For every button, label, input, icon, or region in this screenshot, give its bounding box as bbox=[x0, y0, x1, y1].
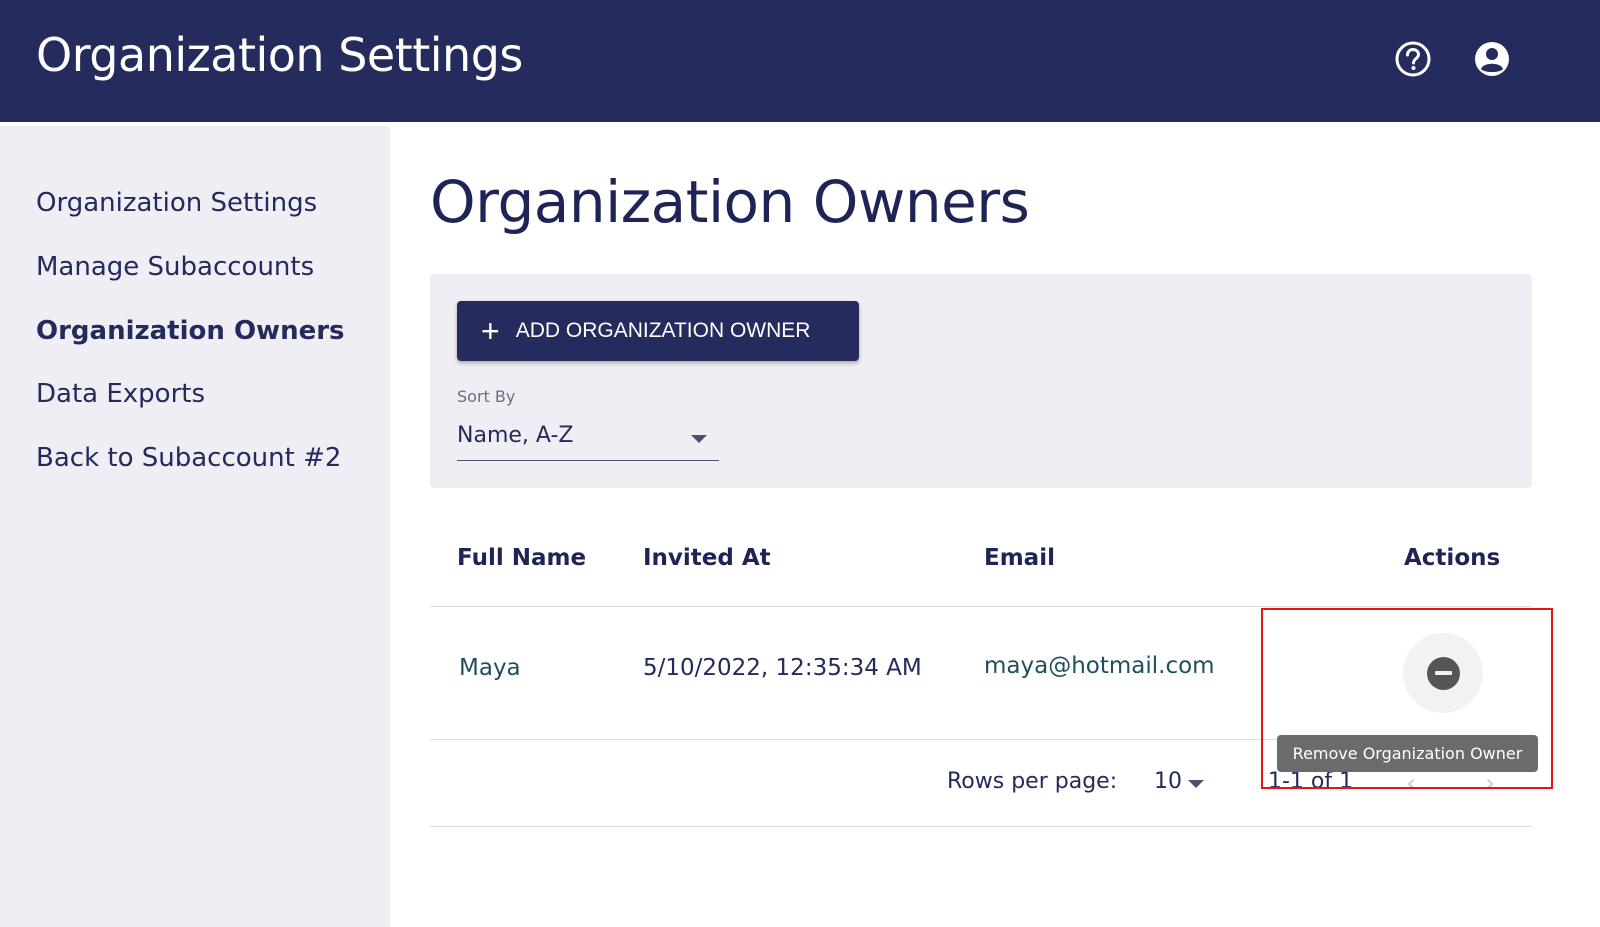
column-header-email: Email bbox=[984, 545, 1055, 571]
sidebar-item-data-exports[interactable]: Data Exports bbox=[36, 379, 205, 409]
rows-per-page-label: Rows per page: bbox=[947, 769, 1118, 794]
sidebar-item-manage-subaccounts[interactable]: Manage Subaccounts bbox=[36, 252, 314, 282]
remove-circle-icon bbox=[1427, 657, 1460, 690]
rows-per-page-value: 10 bbox=[1154, 769, 1182, 794]
owner-invited-at: 5/10/2022, 12:35:34 AM bbox=[643, 655, 922, 681]
column-header-full-name: Full Name bbox=[457, 545, 587, 571]
controls-panel: + ADD ORGANIZATION OWNER Sort By Name, A… bbox=[430, 274, 1532, 488]
owner-email[interactable]: maya@hotmail.com bbox=[984, 653, 1215, 679]
caret-down-icon bbox=[1188, 780, 1204, 788]
pagination-range: 1-1 of 1 bbox=[1268, 769, 1354, 794]
sort-by-label: Sort By bbox=[457, 387, 516, 406]
sidebar-item-back-to-subaccount[interactable]: Back to Subaccount #2 bbox=[36, 443, 341, 473]
sort-by-value: Name, A-Z bbox=[457, 423, 574, 448]
remove-owner-button[interactable] bbox=[1403, 633, 1483, 713]
chevron-right-icon[interactable]: › bbox=[1479, 771, 1501, 795]
column-header-actions: Actions bbox=[1404, 545, 1501, 571]
header-title: Organization Settings bbox=[36, 28, 523, 82]
page-title: Organization Owners bbox=[430, 168, 1030, 236]
sidebar: Organization Settings Manage Subaccounts… bbox=[0, 126, 390, 927]
sidebar-item-organization-owners[interactable]: Organization Owners bbox=[36, 316, 345, 346]
remove-owner-tooltip: Remove Organization Owner bbox=[1277, 735, 1538, 772]
caret-down-icon bbox=[691, 435, 707, 443]
sidebar-item-organization-settings[interactable]: Organization Settings bbox=[36, 188, 317, 218]
account-icon[interactable] bbox=[1473, 40, 1511, 78]
header-divider bbox=[430, 606, 1532, 607]
app-header: Organization Settings bbox=[0, 0, 1600, 122]
help-icon[interactable] bbox=[1394, 40, 1432, 78]
add-button-label: ADD ORGANIZATION OWNER bbox=[515, 319, 811, 342]
column-header-invited-at: Invited At bbox=[643, 545, 771, 571]
chevron-left-icon[interactable]: ‹ bbox=[1400, 771, 1422, 795]
sort-by-select[interactable]: Name, A-Z bbox=[457, 419, 719, 461]
footer-divider bbox=[430, 826, 1532, 827]
plus-icon: + bbox=[481, 313, 500, 349]
add-organization-owner-button[interactable]: + ADD ORGANIZATION OWNER bbox=[457, 301, 859, 361]
rows-per-page-select[interactable]: 10 bbox=[1150, 765, 1212, 801]
owner-name[interactable]: Maya bbox=[459, 655, 521, 681]
